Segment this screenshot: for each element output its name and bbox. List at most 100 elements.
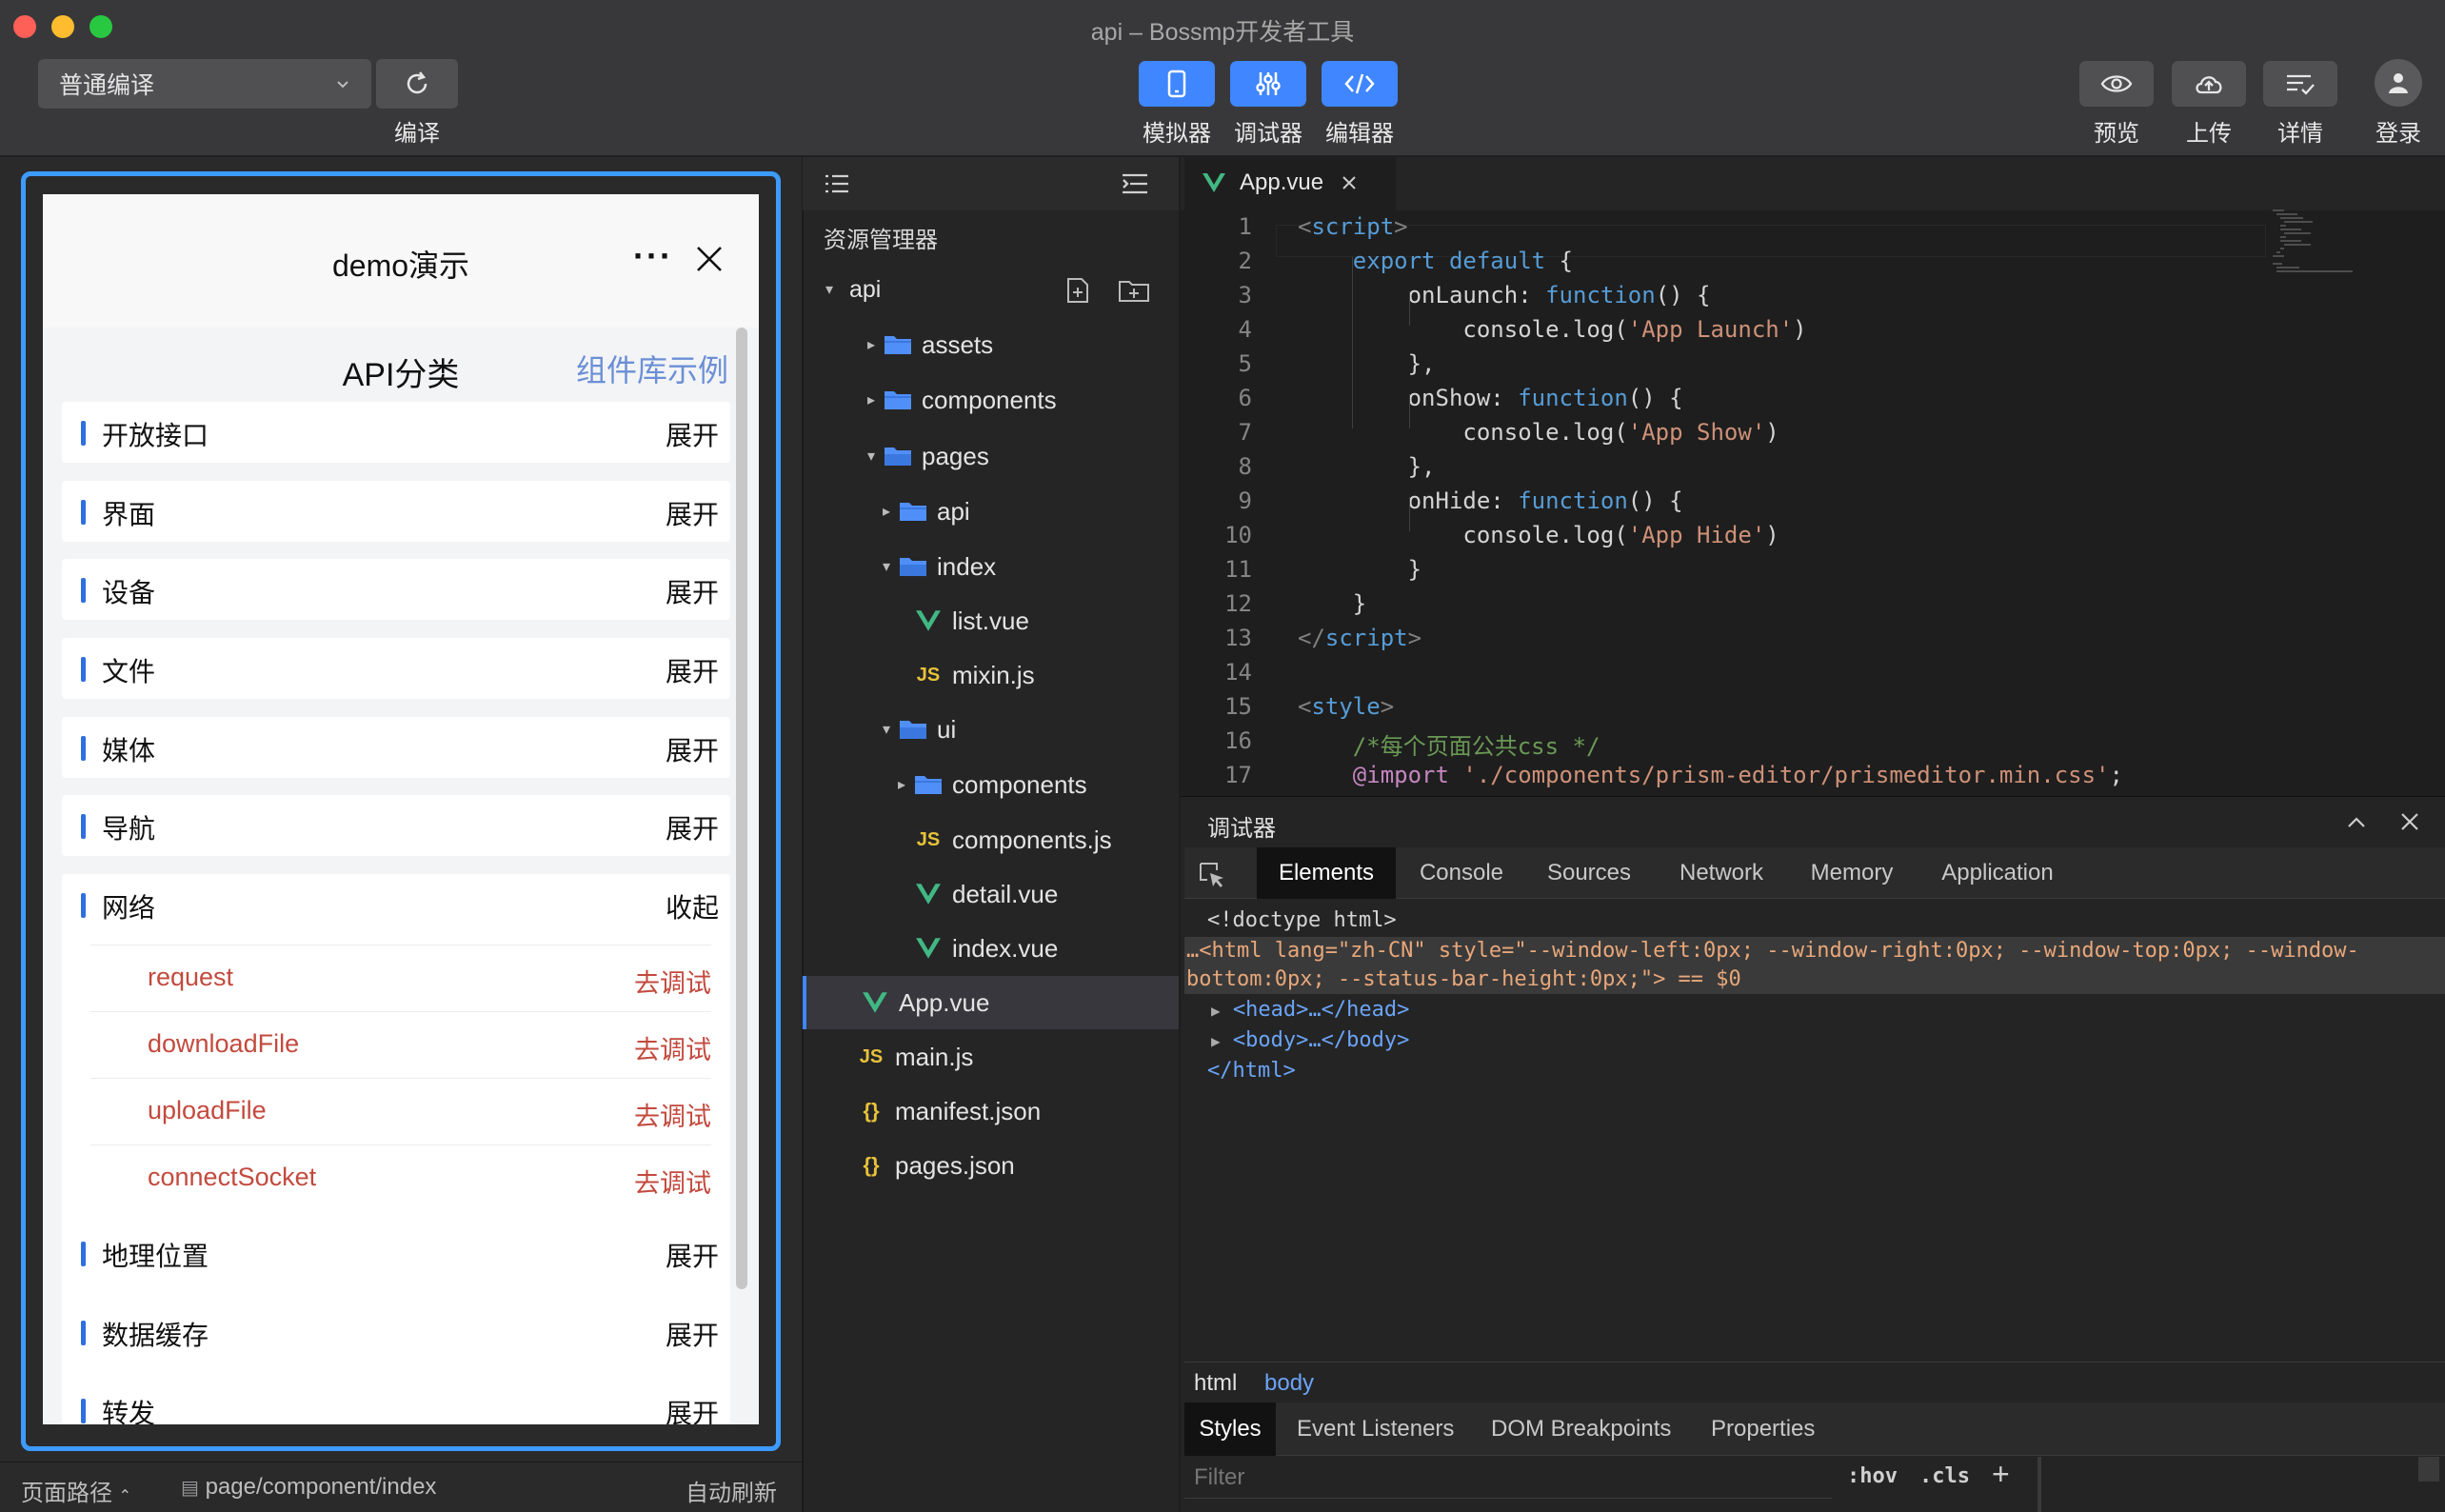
code-line[interactable]: onShow: function() { — [1298, 385, 1683, 411]
category-row[interactable]: 网络 收起 — [62, 874, 730, 935]
tab-application[interactable]: Application — [1921, 847, 2074, 899]
more-menu-button[interactable]: ··· — [633, 236, 673, 276]
simulator-toggle-button[interactable] — [1139, 61, 1215, 107]
tree-item[interactable]: index.vue — [891, 922, 1179, 975]
tree-item[interactable]: ▸ assets — [861, 318, 1179, 371]
compile-button[interactable] — [376, 59, 458, 109]
maximize-window-button[interactable] — [89, 15, 112, 38]
editor-toggle-button[interactable] — [1322, 61, 1398, 107]
expand-toggle[interactable]: 展开 — [666, 808, 719, 846]
expand-toggle[interactable]: 展开 — [666, 1393, 719, 1424]
debugger-toggle-button[interactable] — [1230, 61, 1306, 107]
debug-link[interactable]: 去调试 — [634, 963, 711, 1000]
close-window-button[interactable] — [13, 15, 36, 38]
code-line[interactable]: } — [1298, 590, 1366, 617]
category-row[interactable]: 文件 展开 — [62, 638, 730, 699]
tab-memory[interactable]: Memory — [1790, 847, 1914, 899]
tree-item[interactable]: ▾ pages — [861, 429, 1179, 483]
collapse-toggle[interactable]: 收起 — [666, 887, 719, 925]
tree-item[interactable]: {} manifest.json — [834, 1084, 1179, 1138]
debug-link[interactable]: 去调试 — [634, 1096, 711, 1133]
tree-item[interactable]: {} pages.json — [834, 1139, 1179, 1192]
close-icon[interactable] — [2399, 811, 2420, 832]
code-line[interactable]: } — [1298, 556, 1421, 583]
component-examples-link[interactable]: 组件库示例 — [576, 347, 728, 390]
dom-body-node[interactable]: ▶ <body>…</body> — [1211, 1028, 1409, 1052]
page-path-toggle[interactable]: 页面路径 ⌃ — [21, 1474, 131, 1507]
close-tab-icon[interactable] — [1341, 174, 1358, 191]
expand-toggle[interactable]: 展开 — [666, 415, 719, 453]
panel-divider[interactable] — [2038, 1457, 2041, 1512]
debug-link[interactable]: 去调试 — [634, 1029, 711, 1066]
expand-toggle[interactable]: 展开 — [666, 730, 719, 768]
category-row[interactable]: 地理位置 展开 — [62, 1223, 730, 1283]
crumb-html[interactable]: html — [1194, 1370, 1237, 1397]
minimap[interactable] — [2271, 208, 2356, 284]
code-line[interactable]: export default { — [1298, 248, 1573, 274]
tree-item[interactable]: ▾ index — [876, 540, 1179, 593]
outline-icon[interactable] — [1121, 172, 1149, 195]
scrollbar[interactable] — [2418, 1457, 2439, 1482]
dom-head-node[interactable]: ▶ <head>…</head> — [1211, 998, 1409, 1022]
code-line[interactable]: onLaunch: function() { — [1298, 282, 1711, 308]
tree-root[interactable]: ▾ api — [819, 263, 1179, 316]
styles-filter-input[interactable] — [1184, 1457, 1832, 1499]
api-item-row[interactable]: connectSocket 去调试 — [90, 1144, 711, 1211]
new-file-icon[interactable] — [1064, 276, 1091, 305]
api-item-row[interactable]: uploadFile 去调试 — [90, 1078, 711, 1144]
close-icon[interactable] — [690, 240, 728, 278]
tab-elements[interactable]: Elements — [1257, 847, 1396, 899]
code-line[interactable]: console.log('App Hide') — [1298, 522, 1779, 548]
code-line[interactable]: onHide: function() { — [1298, 487, 1683, 514]
details-button[interactable] — [2263, 61, 2337, 107]
tab-sources[interactable]: Sources — [1527, 847, 1651, 899]
tree-item[interactable]: JS components.js — [891, 813, 1179, 866]
code-line[interactable]: console.log('App Show') — [1298, 419, 1779, 446]
code-line[interactable]: @import './components/prism-editor/prism… — [1298, 762, 2123, 788]
expand-toggle[interactable]: 展开 — [666, 1236, 719, 1274]
debug-link[interactable]: 去调试 — [634, 1163, 711, 1200]
expand-toggle[interactable]: 展开 — [666, 651, 719, 689]
code-line[interactable]: <script> — [1298, 213, 1408, 240]
tab-properties[interactable]: Properties — [1711, 1416, 1815, 1442]
tab-styles[interactable]: Styles — [1184, 1403, 1276, 1456]
code-line[interactable]: console.log('App Launch') — [1298, 316, 1806, 343]
auto-refresh-toggle[interactable]: 自动刷新 — [686, 1474, 777, 1507]
tree-item[interactable]: ▾ ui — [876, 703, 1179, 756]
tab-network[interactable]: Network — [1657, 847, 1786, 899]
add-style-rule-button[interactable]: + — [1992, 1457, 2010, 1492]
login-button[interactable] — [2375, 59, 2422, 107]
category-row[interactable]: 转发 展开 — [62, 1380, 730, 1424]
tree-item[interactable]: ▸ components — [891, 758, 1179, 811]
tree-item[interactable]: JS main.js — [834, 1030, 1179, 1084]
hover-state-toggle[interactable]: :hov — [1847, 1464, 1898, 1488]
dom-html-open[interactable]: …<html lang="zh-CN" style="--window-left… — [1186, 939, 2359, 963]
chevron-up-icon[interactable] — [2346, 815, 2367, 830]
list-view-icon[interactable] — [824, 172, 850, 195]
inspect-element-icon[interactable] — [1198, 861, 1226, 889]
category-row[interactable]: 媒体 展开 — [62, 717, 730, 778]
class-toggle[interactable]: .cls — [1919, 1464, 1970, 1488]
minimize-window-button[interactable] — [51, 15, 74, 38]
expand-toggle[interactable]: 展开 — [666, 494, 719, 532]
tab-dom-breakpoints[interactable]: DOM Breakpoints — [1491, 1416, 1671, 1442]
new-folder-icon[interactable] — [1118, 278, 1150, 303]
code-line[interactable]: /*每个页面公共css */ — [1298, 727, 1600, 761]
tree-item[interactable]: ▸ components — [861, 373, 1179, 427]
code-line[interactable]: }, — [1298, 350, 1436, 377]
code-line[interactable]: }, — [1298, 453, 1436, 480]
category-row[interactable]: 开放接口 展开 — [62, 402, 730, 463]
tree-item[interactable]: list.vue — [891, 594, 1179, 647]
tab-event-listeners[interactable]: Event Listeners — [1297, 1416, 1454, 1442]
api-item-row[interactable]: request 去调试 — [90, 945, 711, 1011]
tab-console[interactable]: Console — [1400, 847, 1523, 899]
category-row[interactable]: 界面 展开 — [62, 481, 730, 542]
crumb-body[interactable]: body — [1264, 1370, 1314, 1397]
api-item-row[interactable]: downloadFile 去调试 — [90, 1011, 711, 1078]
phone-scrollbar[interactable] — [736, 328, 747, 1289]
tree-item[interactable]: ▸ api — [876, 485, 1179, 538]
editor-tab-app-vue[interactable]: App.vue — [1184, 157, 1396, 210]
compile-mode-select[interactable]: 普通编译 — [38, 59, 371, 109]
code-line[interactable]: </script> — [1298, 625, 1421, 651]
code-line[interactable]: <style> — [1298, 693, 1394, 720]
